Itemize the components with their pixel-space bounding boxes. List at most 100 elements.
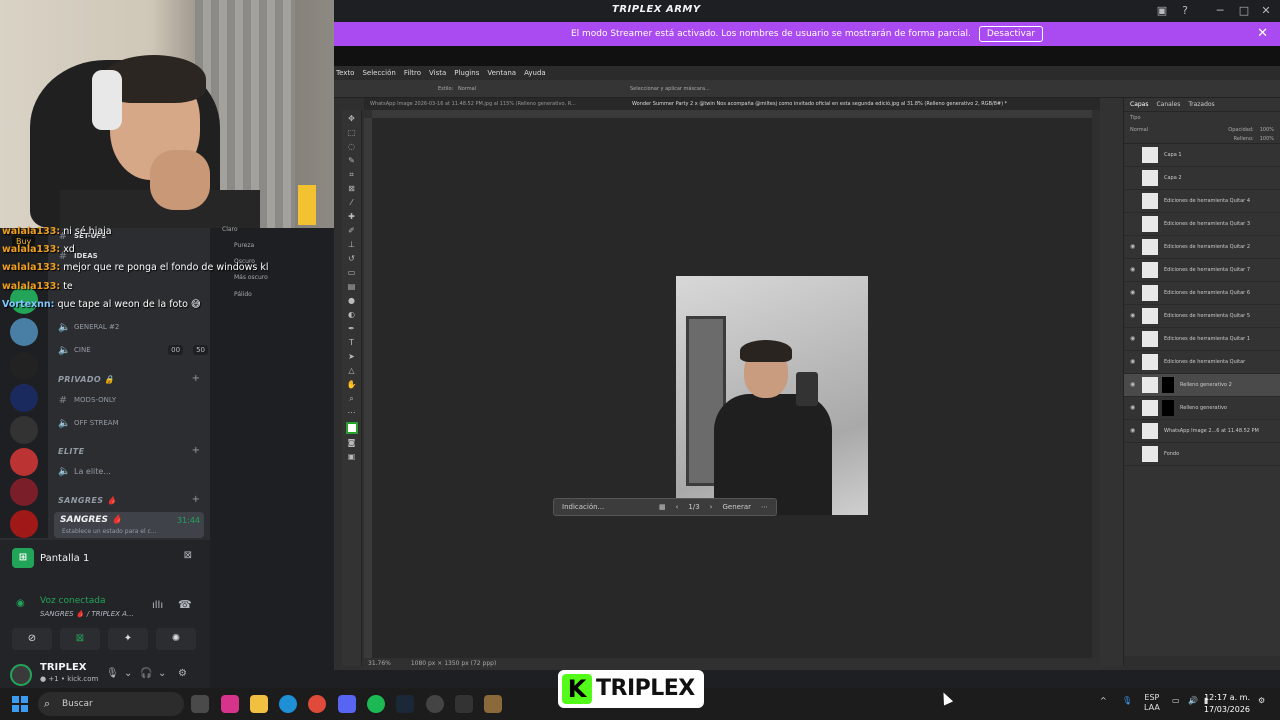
- image-icon[interactable]: ▦: [659, 503, 666, 511]
- channel-off-stream[interactable]: 🔈 OFF STREAM: [58, 415, 119, 431]
- visibility-eye-icon[interactable]: ◉: [1130, 267, 1136, 273]
- menu-ventana[interactable]: Ventana: [487, 69, 516, 77]
- discord-icon[interactable]: [338, 695, 356, 713]
- chevron-down-icon[interactable]: ⌄: [124, 668, 132, 679]
- history-brush-icon[interactable]: ↺: [346, 254, 358, 264]
- visibility-eye-icon[interactable]: [1130, 198, 1136, 204]
- menu-plugins[interactable]: Plugins: [454, 69, 479, 77]
- blur-icon[interactable]: ●: [346, 296, 358, 306]
- category-elite[interactable]: ELITE: [58, 447, 84, 456]
- more-tools-icon[interactable]: ⋯: [346, 408, 358, 418]
- headphones-icon[interactable]: 🎧: [140, 668, 152, 679]
- disconnect-icon[interactable]: ☎: [178, 598, 192, 611]
- camera-off-button[interactable]: ⊘: [12, 628, 52, 650]
- channel-general-2[interactable]: 🔈 GENERAL #2: [58, 319, 119, 335]
- color-swatches-icon[interactable]: [345, 422, 358, 434]
- select-mask-button[interactable]: Seleccionar y aplicar máscara...: [630, 86, 710, 92]
- activities-button[interactable]: ✦: [108, 628, 148, 650]
- volume-icon[interactable]: 🔊: [1188, 696, 1198, 705]
- visibility-eye-icon[interactable]: [1130, 451, 1136, 457]
- soundboard-button[interactable]: ✺: [156, 628, 196, 650]
- help-icon[interactable]: ?: [1177, 3, 1193, 19]
- screen-share-item[interactable]: ⊞ Pantalla 1: [12, 548, 89, 568]
- zoom-tool-icon[interactable]: ⌕: [346, 394, 358, 404]
- visibility-eye-icon[interactable]: [1130, 221, 1136, 227]
- stamp-icon[interactable]: ⊥: [346, 240, 358, 250]
- layer-row[interactable]: ◉ Relleno generativo 2: [1124, 374, 1280, 397]
- visibility-eye-icon[interactable]: ◉: [1130, 382, 1136, 388]
- dodge-icon[interactable]: ◐: [346, 310, 358, 320]
- prompt-input[interactable]: Indicación...: [562, 503, 604, 511]
- layer-row[interactable]: ◉ Ediciones de herramienta Quitar 7: [1124, 259, 1280, 282]
- shape-icon[interactable]: △: [346, 366, 358, 376]
- ps-canvas[interactable]: [372, 118, 1092, 658]
- steam-icon[interactable]: [396, 695, 414, 713]
- more-options-icon[interactable]: ⋯: [761, 503, 768, 511]
- quick-mask-icon[interactable]: ◙: [346, 438, 358, 448]
- visibility-eye-icon[interactable]: ◉: [1130, 405, 1136, 411]
- visibility-eye-icon[interactable]: ◉: [1130, 359, 1136, 365]
- layer-row[interactable]: Fondo: [1124, 443, 1280, 466]
- brush-icon[interactable]: ✐: [346, 226, 358, 236]
- layer-mask-thumbnail[interactable]: [1162, 400, 1174, 416]
- add-channel-icon[interactable]: +: [192, 445, 200, 456]
- quick-select-icon[interactable]: ✎: [346, 156, 358, 166]
- zoom-level[interactable]: 31.76%: [368, 660, 391, 667]
- layer-mask-thumbnail[interactable]: [1162, 377, 1174, 393]
- frame-tool-icon[interactable]: ⊠: [346, 184, 358, 194]
- visibility-eye-icon[interactable]: ◉: [1130, 428, 1136, 434]
- layer-row[interactable]: Ediciones de herramienta Quitar 3: [1124, 213, 1280, 236]
- active-channel-status[interactable]: Establece un estado para el c...: [62, 528, 157, 535]
- close-stream-icon[interactable]: ⊠: [184, 550, 192, 561]
- layer-kind-filter[interactable]: Tipo: [1130, 115, 1141, 121]
- instagram-icon[interactable]: [221, 695, 239, 713]
- channel-mods-only[interactable]: # MODS-ONLY: [58, 392, 116, 408]
- spotify-icon[interactable]: [367, 695, 385, 713]
- minimize-button[interactable]: ─: [1212, 3, 1228, 19]
- layer-row[interactable]: ◉ Ediciones de herramienta Quitar: [1124, 351, 1280, 374]
- gear-icon[interactable]: ⚙: [178, 668, 187, 679]
- avatar[interactable]: [10, 664, 32, 686]
- tab-canales[interactable]: Canales: [1156, 101, 1180, 108]
- mic-tray-icon[interactable]: 🎙: [1122, 696, 1132, 705]
- network-icon[interactable]: ▭: [1172, 696, 1180, 705]
- next-icon[interactable]: ›: [710, 503, 713, 511]
- screen-mode-icon[interactable]: ▣: [346, 452, 358, 462]
- visibility-eye-icon[interactable]: ◉: [1130, 244, 1136, 250]
- marquee-tool-icon[interactable]: ⬚: [346, 128, 358, 138]
- layer-row[interactable]: ◉ Relleno generativo: [1124, 397, 1280, 420]
- layer-row[interactable]: Capa 1: [1124, 144, 1280, 167]
- server-icon[interactable]: [10, 416, 38, 444]
- pen-icon[interactable]: ✒: [346, 324, 358, 334]
- layer-row[interactable]: ◉ Ediciones de herramienta Quitar 2: [1124, 236, 1280, 259]
- crop-tool-icon[interactable]: ⌗: [346, 170, 358, 180]
- doc-tab-1[interactable]: WhatsApp Image 2026-03-16 at 11.48.52 PM…: [370, 101, 576, 107]
- visibility-eye-icon[interactable]: ◉: [1130, 313, 1136, 319]
- server-icon[interactable]: [10, 448, 38, 476]
- screen-share-button[interactable]: ⊠: [60, 628, 100, 650]
- menu-texto[interactable]: Texto: [336, 69, 354, 77]
- server-icon[interactable]: [10, 510, 38, 538]
- server-icon[interactable]: [10, 384, 38, 412]
- start-button[interactable]: [12, 696, 28, 712]
- gradient-icon[interactable]: ▤: [346, 282, 358, 292]
- microphone-icon[interactable]: 🎙: [106, 668, 119, 679]
- close-banner-icon[interactable]: ✕: [1257, 26, 1268, 41]
- layer-row[interactable]: ◉ Ediciones de herramienta Quitar 6: [1124, 282, 1280, 305]
- visibility-eye-icon[interactable]: [1130, 175, 1136, 181]
- server-icon[interactable]: [10, 478, 38, 506]
- doc-tab-2[interactable]: Wonder Summer Party 2 x @twin Nos acompa…: [632, 101, 1007, 107]
- notification-icon[interactable]: ⚙: [1258, 696, 1265, 705]
- layer-row[interactable]: ◉ WhatsApp Image 2...6 at 11.48.52 PM: [1124, 420, 1280, 443]
- visibility-eye-icon[interactable]: ◉: [1130, 290, 1136, 296]
- voice-channel-path[interactable]: SANGRES 🩸 / TRIPLEX A...: [40, 610, 134, 618]
- path-select-icon[interactable]: ➤: [346, 352, 358, 362]
- edited-photo[interactable]: [676, 276, 868, 515]
- generate-button[interactable]: Generar: [722, 503, 751, 511]
- taskbar-search[interactable]: ⌕ Buscar: [38, 692, 184, 716]
- language-indicator[interactable]: ESP LAA: [1144, 693, 1160, 713]
- visibility-eye-icon[interactable]: [1130, 152, 1136, 158]
- tab-capas[interactable]: Capas: [1130, 101, 1148, 108]
- server-icon[interactable]: [10, 352, 38, 380]
- file-explorer-icon[interactable]: [250, 695, 268, 713]
